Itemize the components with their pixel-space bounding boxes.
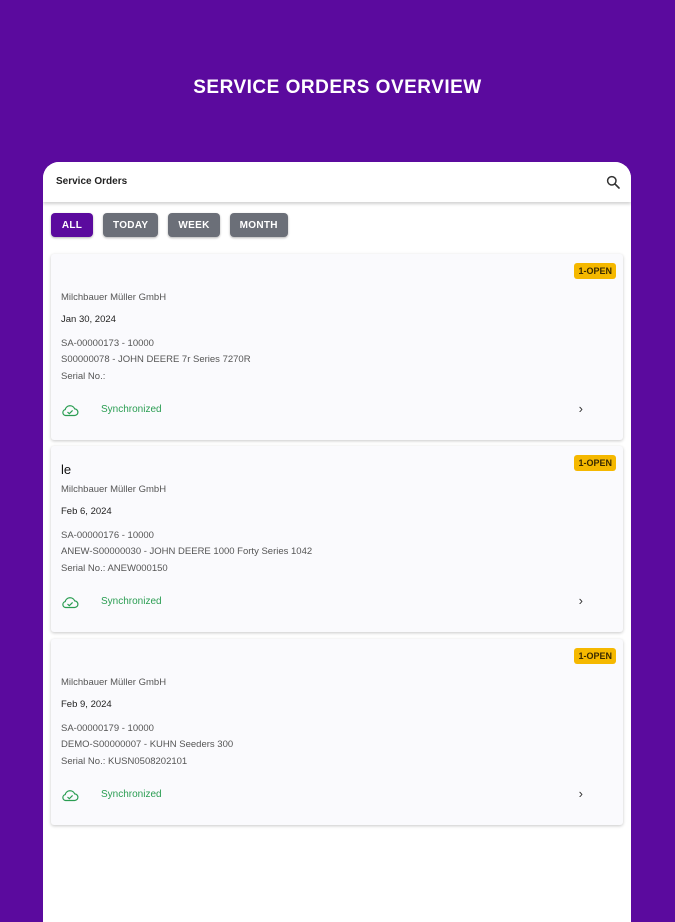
- order-number: SA-00000173 - 10000: [61, 338, 154, 349]
- chevron-right-icon[interactable]: ›: [579, 593, 583, 608]
- order-card[interactable]: 1-OPEN Milchbauer Müller GmbH Jan 30, 20…: [51, 254, 623, 440]
- sync-status: Synchronized: [101, 404, 162, 415]
- filter-chip-month[interactable]: MONTH: [229, 213, 288, 237]
- filter-chip-week[interactable]: WEEK: [168, 213, 220, 237]
- filter-chip-today[interactable]: TODAY: [103, 213, 159, 237]
- equipment: ANEW-S00000030 - JOHN DEERE 1000 Forty S…: [61, 546, 313, 557]
- serial-number: Serial No.:: [61, 371, 106, 382]
- device-screen: Service Orders ALL TODAY WEEK MONTH 1-OP…: [43, 162, 631, 922]
- chevron-right-icon[interactable]: ›: [579, 401, 583, 416]
- filter-chip-all[interactable]: ALL: [51, 213, 93, 237]
- cloud-check-icon: [62, 597, 79, 609]
- equipment: DEMO-S00000007 - KUHN Seeders 300: [61, 739, 234, 750]
- status-badge: 1-OPEN: [574, 455, 616, 471]
- order-number: SA-00000179 - 10000: [61, 723, 154, 734]
- status-badge: 1-OPEN: [574, 648, 616, 664]
- app-bar: Service Orders: [43, 162, 631, 202]
- order-number: SA-00000176 - 10000: [61, 530, 154, 541]
- status-badge: 1-OPEN: [574, 263, 616, 279]
- filter-chips: ALL TODAY WEEK MONTH: [51, 213, 288, 237]
- order-title: le: [61, 462, 72, 477]
- order-date: Feb 6, 2024: [61, 506, 112, 517]
- app-bar-title: Service Orders: [56, 176, 128, 187]
- sync-status: Synchronized: [101, 596, 162, 607]
- order-date: Feb 9, 2024: [61, 699, 112, 710]
- sync-status: Synchronized: [101, 789, 162, 800]
- order-card[interactable]: le 1-OPEN Milchbauer Müller GmbH Feb 6, …: [51, 446, 623, 632]
- cloud-check-icon: [62, 790, 79, 802]
- chevron-right-icon[interactable]: ›: [579, 786, 583, 801]
- cloud-check-icon: [62, 405, 79, 417]
- equipment: S00000078 - JOHN DEERE 7r Series 7270R: [61, 354, 251, 365]
- customer-name: Milchbauer Müller GmbH: [61, 484, 167, 495]
- page-title: SERVICE ORDERS OVERVIEW: [193, 77, 482, 98]
- search-icon[interactable]: [606, 175, 620, 189]
- order-date: Jan 30, 2024: [61, 314, 116, 325]
- serial-number: Serial No.: KUSN0508202101: [61, 756, 188, 767]
- customer-name: Milchbauer Müller GmbH: [61, 677, 167, 688]
- order-card[interactable]: 1-OPEN Milchbauer Müller GmbH Feb 9, 202…: [51, 639, 623, 825]
- customer-name: Milchbauer Müller GmbH: [61, 292, 167, 303]
- serial-number: Serial No.: ANEW000150: [61, 563, 168, 574]
